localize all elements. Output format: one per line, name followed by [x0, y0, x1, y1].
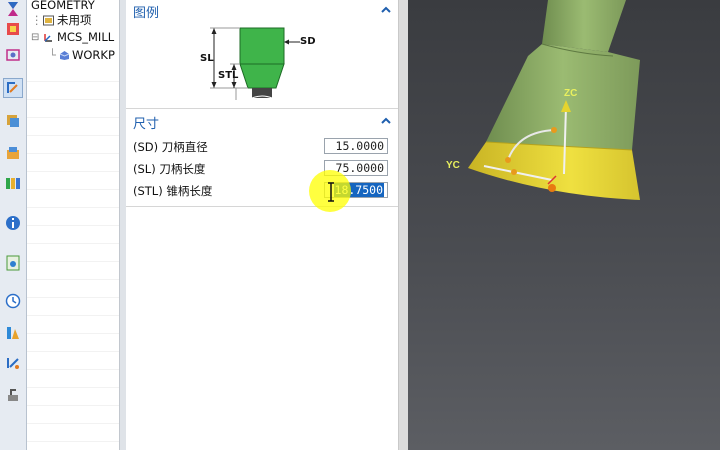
sd-label: SD	[300, 36, 316, 47]
graphics-viewport[interactable]: ZC YC	[408, 0, 720, 450]
collapse-icon[interactable]	[380, 115, 392, 127]
folder-icon	[43, 15, 54, 26]
navigator-rows	[27, 64, 119, 450]
hourglass-icon[interactable]	[4, 0, 22, 18]
collapse-icon[interactable]	[380, 4, 392, 16]
reuse-library-icon[interactable]	[4, 46, 22, 64]
diagram-section-header[interactable]: 图例	[126, 0, 398, 22]
stl-field-label: (STL) 锥柄长度	[133, 184, 213, 198]
holder-3d-model	[468, 0, 640, 200]
sl-label: SL	[200, 53, 214, 64]
operation-nav-icon[interactable]	[4, 354, 22, 372]
operation-navigator: GEOMETRY ⋮ 未用项 ⊟ MCS_MILL └ WORKP	[27, 0, 119, 450]
tree-item-mcs-mill[interactable]: ⊟ MCS_MILL	[27, 29, 119, 46]
assembly-icon[interactable]	[4, 144, 22, 162]
tool-holder-dialog: 图例 SD SL STL 尺寸 (SD) 刀柄直径 15.0000 (SL) 刀…	[126, 0, 398, 450]
tree-item-workpiece[interactable]: └ WORKP	[27, 47, 119, 64]
section-divider	[126, 108, 398, 109]
stl-label: STL	[218, 70, 239, 81]
resource-bar	[0, 0, 27, 450]
machine-nav-icon[interactable]	[4, 386, 22, 404]
sd-field-label: (SD) 刀柄直径	[133, 140, 208, 154]
info-icon[interactable]	[4, 214, 22, 232]
size-section-header[interactable]: 尺寸	[126, 111, 398, 133]
section-divider	[126, 206, 398, 207]
coordinate-system-icon	[44, 34, 52, 42]
roles-icon[interactable]	[4, 324, 22, 342]
tree-item-label: MCS_MILL	[57, 30, 115, 44]
holder-diagram: SD SL STL	[200, 24, 330, 104]
tree-item-unused[interactable]: ⋮ 未用项	[27, 12, 119, 29]
tool-select-icon[interactable]	[3, 78, 23, 98]
expand-toggle-icon[interactable]: ⊟	[31, 29, 39, 46]
zc-axis-label: ZC	[564, 88, 578, 99]
section-title: 尺寸	[133, 117, 160, 132]
part-navigator-icon[interactable]	[4, 20, 22, 38]
sl-field-label: (SL) 刀柄长度	[133, 162, 206, 176]
tree-item-label: WORKP	[72, 48, 115, 62]
workpiece-icon	[59, 51, 70, 60]
sd-input[interactable]: 15.0000	[324, 138, 388, 154]
text-cursor-icon	[328, 182, 334, 202]
yc-axis-label: YC	[446, 160, 460, 171]
history-icon[interactable]	[4, 292, 22, 310]
palette-icon[interactable]	[4, 174, 22, 192]
tree-item-label: 未用项	[57, 13, 92, 27]
section-title: 图例	[133, 6, 160, 21]
web-icon[interactable]	[4, 254, 22, 272]
layer-icon[interactable]	[4, 112, 22, 130]
